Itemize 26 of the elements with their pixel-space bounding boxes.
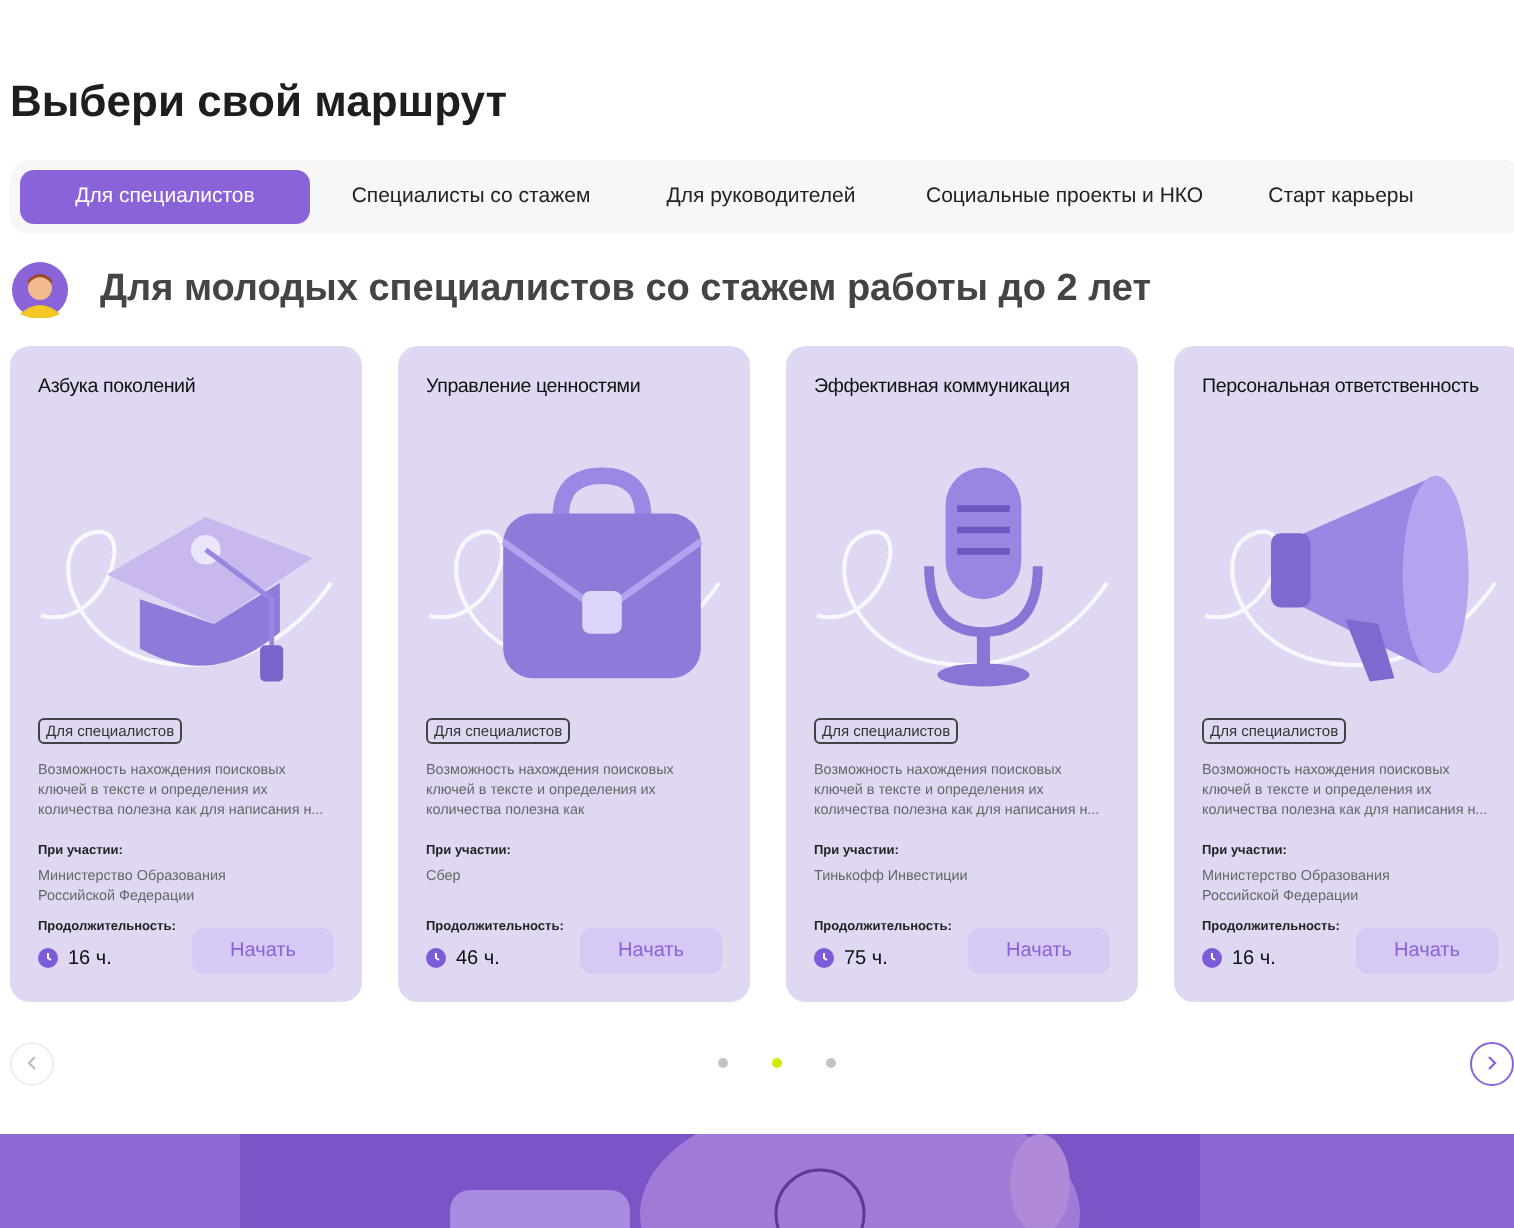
clock-icon bbox=[426, 948, 446, 968]
tab[interactable]: Для специалистов bbox=[20, 170, 310, 224]
card-title: Управление ценностями bbox=[426, 373, 641, 401]
chevron-left-icon bbox=[26, 1054, 38, 1072]
chevron-right-icon bbox=[1486, 1054, 1498, 1072]
tab[interactable]: Специалисты со стажем bbox=[326, 170, 616, 224]
section-heading: Для молодых специалистов со стажем работы до 2 лет bbox=[100, 266, 1152, 314]
duration: 46 ч. bbox=[456, 945, 500, 973]
start-button[interactable]: Начать bbox=[580, 927, 722, 973]
card-title: Эффективная коммуникация bbox=[814, 373, 1070, 401]
avatar-icon bbox=[12, 262, 68, 319]
duration: 75 ч. bbox=[844, 945, 888, 973]
start-button[interactable]: Начать bbox=[968, 927, 1110, 973]
clock-icon bbox=[38, 948, 58, 968]
duration: 16 ч. bbox=[1232, 945, 1276, 973]
next-button[interactable] bbox=[1470, 1041, 1514, 1085]
tab[interactable]: Для руководителей bbox=[616, 170, 906, 224]
start-button[interactable]: Начать bbox=[192, 927, 334, 973]
clock-icon bbox=[814, 948, 834, 968]
clock-icon bbox=[1202, 948, 1222, 968]
page-title: Выбери свой маршрут bbox=[10, 74, 508, 130]
duration: 16 ч. bbox=[68, 945, 112, 973]
previous-button[interactable] bbox=[10, 1041, 54, 1085]
start-button[interactable]: Начать bbox=[1356, 927, 1498, 973]
card-title: Азбука поколений bbox=[38, 373, 196, 401]
card-title: Персональная ответственность bbox=[1202, 373, 1479, 401]
